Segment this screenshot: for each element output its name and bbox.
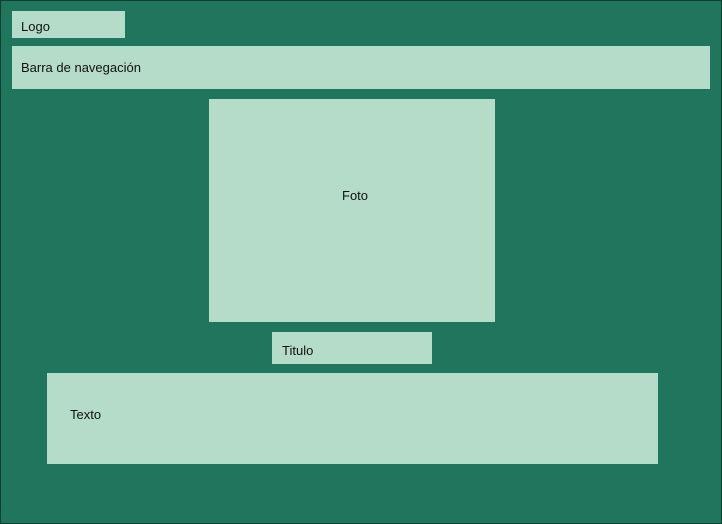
text-label: Texto bbox=[70, 407, 102, 422]
photo-label: Foto bbox=[342, 188, 369, 203]
wireframe-page: Logo Barra de navegación Foto Titulo Tex… bbox=[0, 0, 722, 524]
navigation-bar[interactable]: Barra de navegación bbox=[12, 46, 710, 89]
logo-placeholder[interactable]: Logo bbox=[12, 11, 125, 38]
title-placeholder: Titulo bbox=[272, 332, 432, 364]
text-placeholder: Texto bbox=[47, 373, 658, 464]
title-label: Titulo bbox=[282, 343, 314, 358]
photo-placeholder: Foto bbox=[209, 99, 495, 322]
logo-label: Logo bbox=[21, 19, 50, 34]
navigation-bar-label: Barra de navegación bbox=[21, 60, 141, 75]
